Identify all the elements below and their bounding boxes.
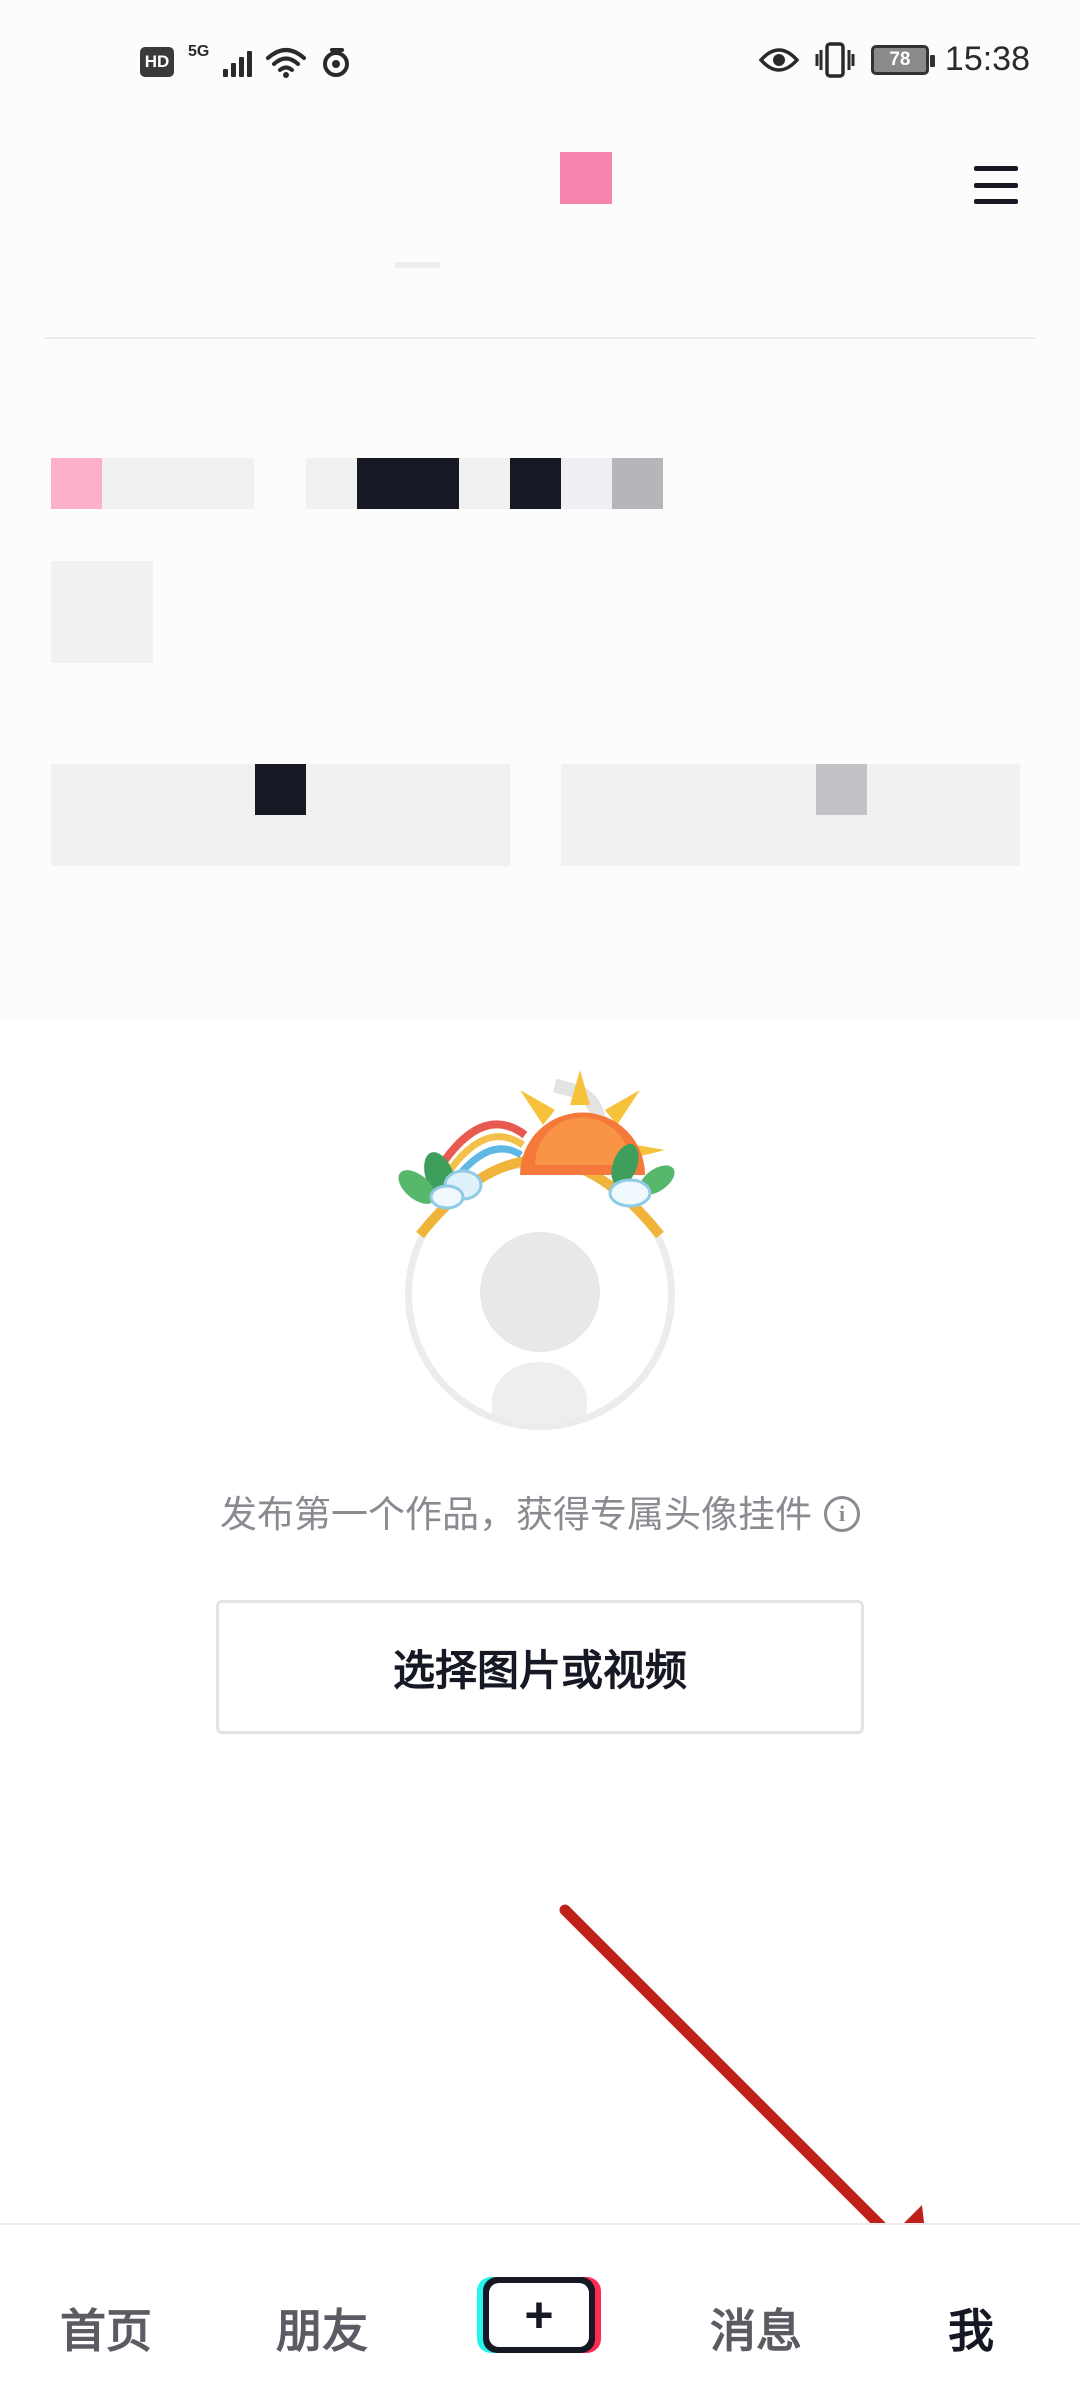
- signal-icon: [223, 47, 253, 77]
- status-bar: HD 5G 78 15:38: [0, 0, 1080, 130]
- tab-friends[interactable]: 朋友: [276, 2295, 368, 2361]
- status-right: 78 15:38: [758, 40, 1030, 79]
- sun-rainbow-pendant-icon: [398, 1070, 675, 1239]
- add-friend-button[interactable]: [561, 764, 1020, 866]
- stat-placeholder-dark-2: [510, 458, 561, 509]
- battery-icon: 78: [870, 44, 935, 75]
- info-icon[interactable]: i: [824, 1495, 860, 1532]
- status-time: 15:38: [944, 40, 1030, 78]
- edit-profile-button[interactable]: [51, 764, 510, 866]
- network-type: 5G: [188, 43, 210, 60]
- create-post-button[interactable]: +: [477, 2277, 601, 2353]
- avatar-body: [492, 1362, 587, 1423]
- tab-messages[interactable]: 消息: [710, 2295, 802, 2361]
- header-divider: [45, 337, 1035, 339]
- avatar-pendant-preview: [395, 1065, 685, 1430]
- hotspot-icon: [323, 48, 350, 77]
- stat-placeholder-pink: [51, 458, 102, 509]
- stat-placeholder-4: [561, 458, 612, 509]
- status-left: HD 5G: [140, 43, 352, 78]
- eye-icon: [758, 47, 799, 72]
- tab-home[interactable]: 首页: [60, 2295, 152, 2361]
- hamburger-menu-icon[interactable]: [970, 162, 1022, 208]
- stat-placeholder-1: [102, 458, 254, 509]
- stat-placeholder-grey: [612, 458, 663, 509]
- bottom-tab-bar: 首页 朋友 + 消息 我: [0, 2223, 1080, 2400]
- stat-placeholder-dark-1: [357, 458, 459, 509]
- hd-icon: HD: [140, 47, 174, 77]
- vibrate-icon: [815, 41, 855, 78]
- username-placeholder: [395, 262, 440, 268]
- battery-level: 78: [889, 48, 911, 70]
- first-post-hint-text: 发布第一个作品，获得专属头像挂件: [220, 1493, 812, 1536]
- plus-icon: +: [489, 2283, 589, 2347]
- tab-me[interactable]: 我: [948, 2295, 994, 2361]
- edit-profile-mark: [255, 764, 306, 815]
- profile-header: [0, 130, 1080, 1020]
- wifi-icon: [266, 48, 307, 78]
- bio-placeholder: [51, 561, 153, 663]
- first-post-hint: 发布第一个作品，获得专属头像挂件 i: [0, 1484, 1080, 1538]
- profile-placeholder-pink: [560, 152, 612, 204]
- stat-placeholder-3: [459, 458, 510, 509]
- add-friend-mark: [816, 764, 867, 815]
- select-media-button[interactable]: 选择图片或视频: [216, 1600, 864, 1734]
- stat-placeholder-2: [306, 458, 357, 509]
